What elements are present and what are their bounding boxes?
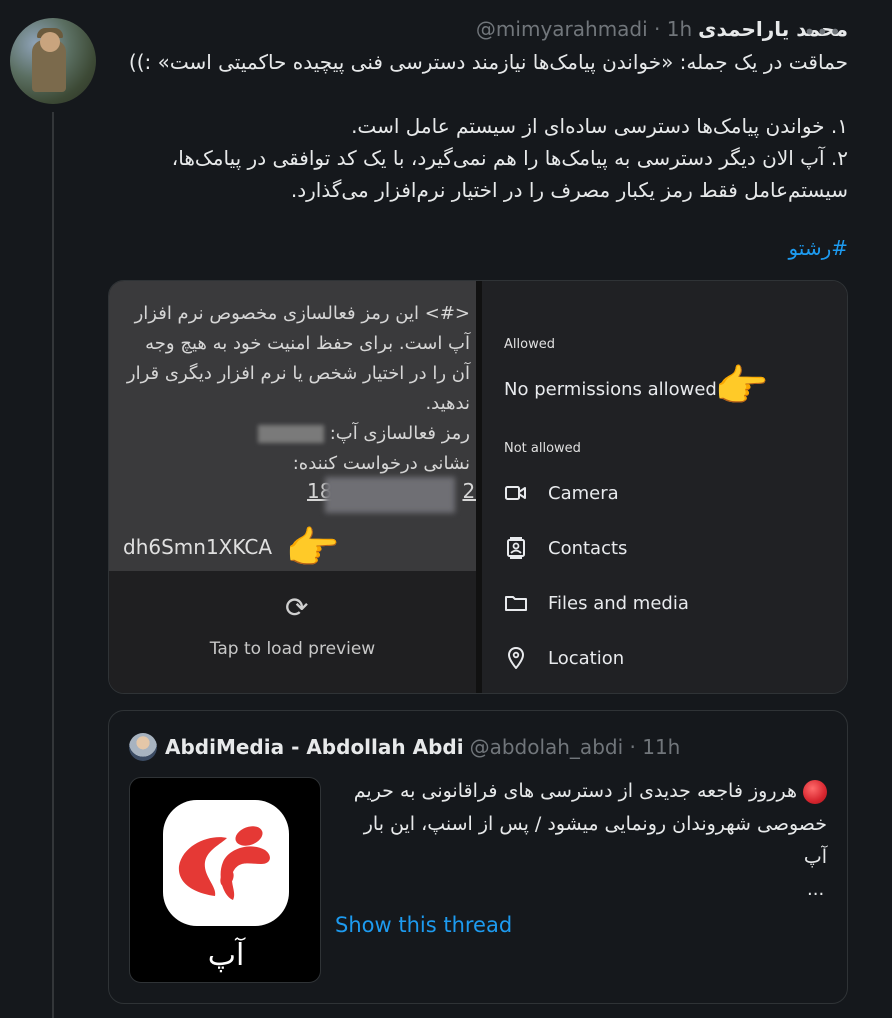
sms-body: <#> این رمز فعالسازی مخصوص نرم افزار آپ … — [126, 303, 470, 414]
quoted-tweet-text: هرروز فاجعه جدیدی از دسترسی های فراقانون… — [347, 775, 827, 874]
permission-label: Camera — [548, 482, 619, 504]
folder-icon — [504, 591, 528, 615]
pointing-hand-icon: 👉 — [285, 523, 340, 574]
sms-body-text: <#> این رمز فعالسازی مخصوص نرم افزار آپ … — [123, 299, 470, 479]
quoted-text-ellipsis: ... — [807, 879, 825, 900]
tweet-time[interactable]: 1h — [667, 17, 692, 41]
no-permissions-text: No permissions allowed — [504, 379, 717, 400]
not-allowed-heading: Not allowed — [504, 441, 581, 456]
author-handle-time: @mimyarahmadi · 1h — [476, 17, 692, 41]
avatar-head — [40, 32, 60, 52]
redacted-number — [325, 477, 455, 513]
permission-row-camera: Camera — [504, 478, 619, 508]
permission-row-contacts: Contacts — [504, 533, 627, 563]
contacts-icon — [504, 536, 528, 560]
quoted-author-handle: @abdolah_abdi — [469, 735, 624, 759]
sms-requester-label: نشانی درخواست کننده: — [292, 453, 470, 474]
quoted-tweet[interactable]: AbdiMedia - Abdollah Abdi @abdolah_abdi … — [108, 710, 848, 1004]
thread-connector-line — [52, 112, 54, 1018]
tap-to-load-preview[interactable]: Tap to load preview — [109, 639, 476, 659]
separator-dot: · — [629, 735, 636, 759]
author-avatar[interactable] — [10, 18, 96, 104]
hashtag-link[interactable]: #رشتو — [788, 236, 848, 260]
app-name-label: آپ — [207, 938, 245, 973]
permission-label: Files and media — [548, 592, 689, 614]
tweet-header: محمد یاراحمدی @mimyarahmadi · 1h ••• — [108, 14, 848, 44]
permission-label: Contacts — [548, 537, 628, 559]
pointing-hand-icon: 👉 — [714, 361, 769, 412]
red-circle-icon — [803, 779, 827, 804]
camera-icon — [504, 481, 528, 505]
separator-dot: · — [654, 17, 661, 41]
tweet-media[interactable]: <#> این رمز فعالسازی مخصوص نرم افزار آپ … — [108, 280, 848, 694]
show-thread-link[interactable]: Show this thread — [335, 913, 512, 937]
sms-hash-code: dh6Smn1XKCA — [123, 535, 273, 559]
quoted-author-avatar — [129, 733, 157, 761]
permission-row-location: Location — [504, 643, 624, 673]
location-pin-icon — [504, 646, 528, 670]
redacted-code — [257, 425, 324, 443]
permission-row-files: Files and media — [504, 588, 689, 618]
link-preview-area[interactable]: ⟳ — [109, 571, 476, 693]
sms-code-line: رمز فعالسازی آپ: — [254, 423, 470, 444]
quoted-author-handle-time: @abdolah_abdi · 11h — [470, 735, 681, 759]
quoted-author-name: AbdiMedia - Abdollah Abdi — [165, 735, 464, 759]
permission-label: Location — [548, 647, 625, 669]
sms-code-label: رمز فعالسازی آپ: — [329, 423, 470, 444]
ellipsis-icon[interactable]: ••• — [804, 20, 842, 44]
quoted-tweet-header: AbdiMedia - Abdollah Abdi @abdolah_abdi … — [129, 733, 680, 761]
reload-icon[interactable]: ⟳ — [285, 591, 308, 624]
author-handle[interactable]: @mimyarahmadi — [476, 17, 648, 41]
quoted-tweet-thumbnail: آپ — [129, 777, 321, 983]
quoted-tweet-time: 11h — [642, 735, 681, 759]
app-logo-icon — [163, 800, 289, 926]
allowed-heading: Allowed — [504, 337, 555, 352]
app-permissions-panel: Allowed No permissions allowed 👉 Not all… — [482, 281, 847, 693]
quoted-tweet-body: هرروز فاجعه جدیدی از دسترسی های فراقانون… — [353, 780, 827, 868]
tweet-body: حماقت در یک جمله: «خواندن پیامک‌ها نیازم… — [128, 50, 848, 202]
